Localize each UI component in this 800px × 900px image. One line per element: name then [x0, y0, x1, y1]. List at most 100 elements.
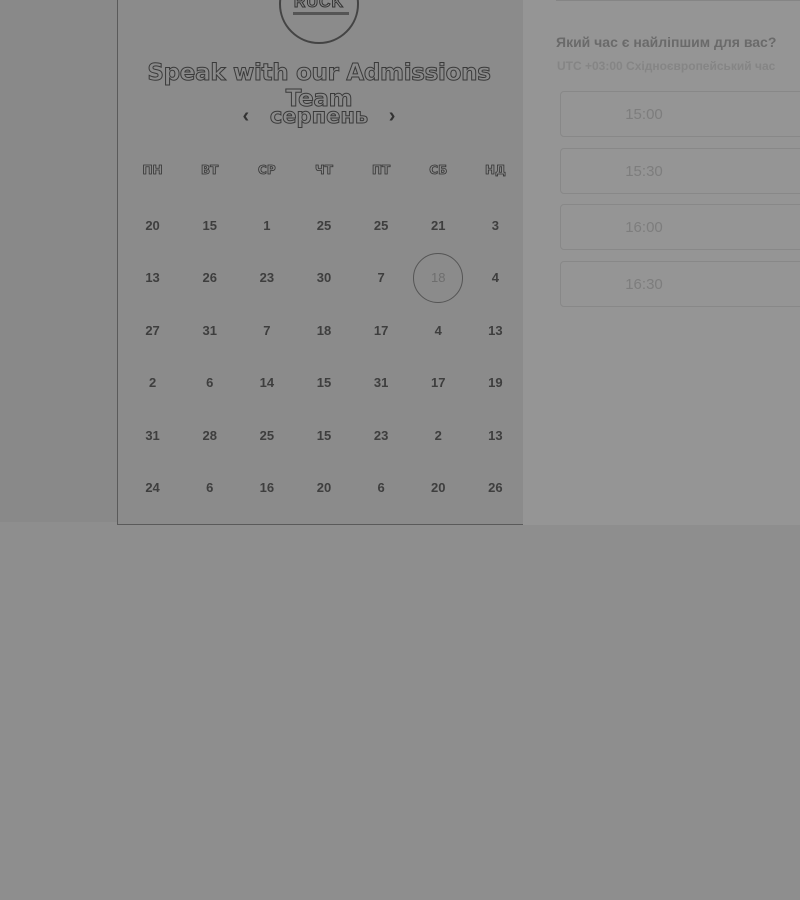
calendar-day-number: 1 — [263, 218, 271, 233]
calendar-day-number: 2 — [434, 428, 442, 443]
calendar-day-number: 25 — [259, 428, 275, 443]
calendar-day-number: 23 — [259, 270, 275, 285]
calendar-day[interactable]: 15 — [295, 357, 352, 409]
calendar-day-number: 17 — [373, 323, 389, 338]
calendar-day-number: 14 — [259, 375, 275, 390]
calendar-day[interactable]: 27 — [124, 305, 181, 357]
calendar-day[interactable]: 25 — [295, 200, 352, 252]
chevron-right-icon[interactable]: › — [382, 105, 402, 128]
calendar-day[interactable]: 20 — [410, 462, 467, 514]
calendar-day-number: 23 — [373, 428, 389, 443]
calendar-day[interactable]: 7 — [238, 305, 295, 357]
calendar-day[interactable]: 24 — [124, 462, 181, 514]
time-slot-button[interactable]: 16:00 — [560, 204, 800, 250]
calendar-day-number: 13 — [488, 323, 503, 338]
calendar-day-number: 4 — [434, 323, 442, 338]
calendar-day-number: 31 — [373, 375, 389, 390]
timezone-label: UTC +03:00 Східноєвропейський час — [557, 59, 776, 73]
left-background — [0, 0, 117, 522]
calendar-day[interactable]: 30 — [295, 252, 352, 304]
calendar-day-number: 13 — [488, 428, 503, 443]
time-question: Який час є найліпшим для вас? — [556, 34, 777, 50]
time-slot-button[interactable]: 16:30 — [560, 261, 800, 307]
calendar-day[interactable]: 13 — [467, 410, 524, 462]
calendar-day[interactable]: 25 — [353, 200, 410, 252]
calendar-day-selected[interactable]: 18 — [410, 252, 467, 304]
calendar-day-number: 20 — [431, 480, 446, 495]
calendar-day[interactable]: 7 — [353, 252, 410, 304]
calendar-week-row: 20 15 1 25 25 21 3 — [124, 200, 524, 252]
calendar-day[interactable]: 17 — [410, 357, 467, 409]
time-slot-button[interactable]: 15:00 — [560, 91, 800, 137]
calendar-day-number: 16 — [259, 480, 275, 495]
calendar-day[interactable]: 4 — [410, 305, 467, 357]
calendar-day[interactable]: 17 — [353, 305, 410, 357]
calendar-day-number: 25 — [373, 218, 389, 233]
calendar-day[interactable]: 23 — [353, 410, 410, 462]
calendar-day[interactable]: 20 — [124, 200, 181, 252]
calendar-day[interactable]: 6 — [181, 357, 238, 409]
weekday-header: ПН ВТ СР ЧТ ПТ СБ НД — [124, 163, 524, 178]
calendar-day-number: 21 — [431, 218, 446, 233]
calendar-day[interactable]: 2 — [410, 410, 467, 462]
calendar-day[interactable]: 15 — [181, 200, 238, 252]
calendar-day-number: 15 — [202, 218, 217, 233]
calendar-day-number: 7 — [263, 323, 271, 338]
weekday-label: ПН — [142, 163, 163, 178]
calendar-day-number: 26 — [202, 270, 217, 285]
calendar-day[interactable]: 13 — [467, 305, 524, 357]
calendar-day[interactable]: 26 — [467, 462, 524, 514]
calendar-day[interactable]: 31 — [181, 305, 238, 357]
time-slot-button[interactable]: 15:30 — [560, 148, 800, 194]
weekday-label: СР — [258, 163, 276, 178]
calendar-day[interactable]: 20 — [295, 462, 352, 514]
calendar-day-number: 6 — [377, 480, 385, 495]
logo-text: RUCK — [293, 0, 345, 12]
calendar-day-number: 18 — [316, 323, 332, 338]
weekday-label: ПТ — [372, 163, 391, 178]
month-label: серпень — [269, 104, 369, 129]
month-navigation: ‹ серпень › — [117, 104, 521, 129]
calendar-day[interactable]: 3 — [467, 200, 524, 252]
calendar-day[interactable]: 6 — [353, 462, 410, 514]
calendar-day-number: 6 — [206, 480, 214, 495]
calendar-day[interactable]: 31 — [124, 410, 181, 462]
calendar-day[interactable]: 31 — [353, 357, 410, 409]
calendar-day-number: 20 — [145, 218, 160, 233]
weekday-label: НД — [485, 163, 507, 178]
calendar-day[interactable]: 23 — [238, 252, 295, 304]
calendar-day-number: 19 — [488, 375, 503, 390]
calendar-day[interactable]: 4 — [467, 252, 524, 304]
calendar-day[interactable]: 14 — [238, 357, 295, 409]
calendar-day-number: 17 — [431, 375, 446, 390]
calendar-day[interactable]: 16 — [238, 462, 295, 514]
calendar-day[interactable]: 18 — [295, 305, 352, 357]
calendar-day-number: 26 — [488, 480, 503, 495]
calendar-day[interactable]: 19 — [467, 357, 524, 409]
calendar-day[interactable]: 1 — [238, 200, 295, 252]
calendar-day[interactable]: 15 — [295, 410, 352, 462]
calendar-day[interactable]: 13 — [124, 252, 181, 304]
calendar-day[interactable]: 25 — [238, 410, 295, 462]
weekday-label: ЧТ — [315, 163, 334, 178]
calendar-week-row: 2 6 14 15 31 17 19 — [124, 357, 524, 409]
calendar-day-number: 7 — [377, 270, 385, 285]
weekday-label: ВТ — [201, 163, 219, 178]
calendar-day[interactable]: 21 — [410, 200, 467, 252]
divider — [556, 0, 800, 1]
calendar-day-number: 25 — [316, 218, 332, 233]
calendar-day-number: 28 — [202, 428, 217, 443]
calendar-week-row: 27 31 7 18 17 4 13 — [124, 305, 524, 357]
logo-underline — [293, 12, 349, 15]
calendar-day-number: 15 — [316, 375, 332, 390]
chevron-left-icon[interactable]: ‹ — [236, 105, 256, 128]
calendar-day[interactable]: 2 — [124, 357, 181, 409]
calendar-day-number: 30 — [316, 270, 332, 285]
weekday-label: СБ — [429, 163, 448, 178]
calendar-day-number: 31 — [202, 323, 217, 338]
calendar-day[interactable]: 6 — [181, 462, 238, 514]
calendar-week-row: 31 28 25 15 23 2 13 — [124, 410, 524, 462]
calendar-day[interactable]: 26 — [181, 252, 238, 304]
calendar-day[interactable]: 28 — [181, 410, 238, 462]
calendar-day-number: 20 — [316, 480, 332, 495]
